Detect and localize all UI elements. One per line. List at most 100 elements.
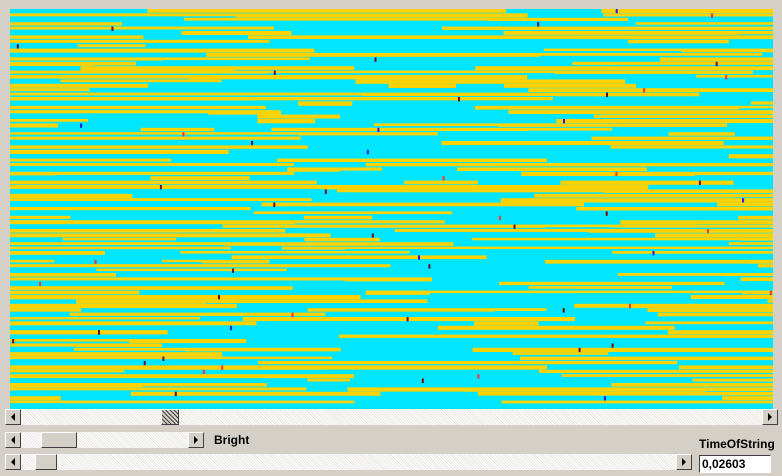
scroll-left-button[interactable] [5, 409, 21, 425]
string-segment [740, 277, 773, 282]
string-segment [340, 167, 383, 171]
string-segment [10, 295, 361, 300]
string-segment [757, 264, 773, 268]
string-marker [611, 343, 614, 348]
string-segment [10, 105, 266, 110]
string-segment [545, 224, 613, 228]
string-segment [10, 35, 144, 39]
time-right-button[interactable] [676, 454, 692, 470]
string-marker [498, 215, 501, 221]
string-segment [253, 97, 553, 101]
string-segment [64, 400, 355, 404]
string-segment [528, 127, 613, 131]
string-segment [180, 251, 410, 254]
string-segment [10, 396, 61, 401]
string-segment [483, 361, 678, 365]
string-segment [163, 57, 310, 61]
bright-left-button[interactable] [5, 432, 21, 448]
string-segment [10, 356, 332, 360]
bright-slider[interactable] [5, 432, 204, 448]
string-segment [188, 75, 528, 80]
string-segment [210, 171, 295, 175]
string-segment [10, 330, 168, 335]
string-segment [129, 339, 247, 344]
string-segment [588, 229, 773, 233]
string-segment [130, 391, 381, 396]
left-arrow-icon [11, 413, 15, 421]
string-segment [655, 233, 773, 238]
string-marker [707, 229, 709, 234]
time-of-string-value[interactable]: 0,02603 [699, 455, 771, 473]
string-segment [10, 171, 56, 176]
string-segment [627, 39, 729, 44]
string-segment [645, 321, 773, 325]
string-marker [251, 141, 254, 146]
time-slider-thumb[interactable] [35, 454, 57, 470]
string-segment [10, 215, 71, 219]
string-segment [247, 35, 578, 39]
time-left-button[interactable] [5, 454, 21, 470]
string-marker [111, 26, 114, 31]
string-segment [10, 180, 317, 185]
string-segment [73, 347, 186, 351]
string-marker [94, 259, 97, 265]
string-segment [224, 242, 454, 246]
string-marker [578, 347, 581, 353]
string-segment [257, 119, 315, 124]
string-segment [10, 132, 298, 135]
string-segment [10, 365, 327, 370]
string-marker [406, 317, 409, 322]
string-segment [545, 259, 745, 264]
string-segment [575, 286, 673, 289]
string-segment [647, 308, 773, 312]
string-segment [603, 13, 773, 17]
string-marker [605, 211, 608, 216]
string-segment [388, 83, 456, 88]
string-segment [222, 224, 546, 228]
bright-label: Bright [214, 433, 250, 447]
string-segment [10, 110, 209, 114]
string-segment [697, 220, 773, 225]
string-marker [80, 123, 83, 128]
string-segment [690, 295, 773, 299]
string-segment [464, 387, 706, 392]
string-segment [520, 356, 773, 361]
string-segment [10, 57, 164, 61]
string-segment [767, 299, 773, 303]
string-segment [62, 237, 177, 241]
string-segment [429, 290, 743, 294]
string-segment [10, 246, 231, 250]
scroll-thumb[interactable] [161, 409, 179, 425]
string-segment [342, 264, 391, 268]
string-segment [472, 237, 741, 241]
time-of-string-slider[interactable] [5, 454, 692, 470]
string-segment [208, 110, 281, 115]
time-of-string-label: TimeOfString [699, 437, 775, 451]
string-marker [769, 290, 772, 295]
string-segment [695, 75, 773, 78]
string-marker [643, 88, 646, 93]
string-segment [477, 391, 682, 396]
scroll-right-button[interactable] [762, 409, 778, 425]
string-segment [295, 220, 445, 224]
string-segment [242, 317, 575, 322]
string-segment [10, 22, 123, 26]
string-segment [150, 176, 250, 180]
string-segment [734, 193, 773, 198]
string-segment [268, 70, 555, 74]
string-segment [234, 66, 355, 70]
string-marker [537, 22, 540, 27]
string-marker [629, 303, 631, 309]
string-segment [473, 321, 539, 326]
string-segment [739, 31, 773, 35]
bright-right-button[interactable] [188, 432, 204, 448]
string-segment [142, 383, 267, 387]
canvas-horizontal-scrollbar[interactable] [5, 409, 778, 425]
string-segment [475, 66, 613, 71]
string-segment [612, 224, 773, 228]
bright-slider-thumb[interactable] [41, 432, 77, 448]
string-visualization-canvas[interactable] [10, 9, 773, 409]
string-marker [428, 264, 431, 269]
string-segment [10, 369, 125, 373]
string-segment [10, 321, 257, 326]
